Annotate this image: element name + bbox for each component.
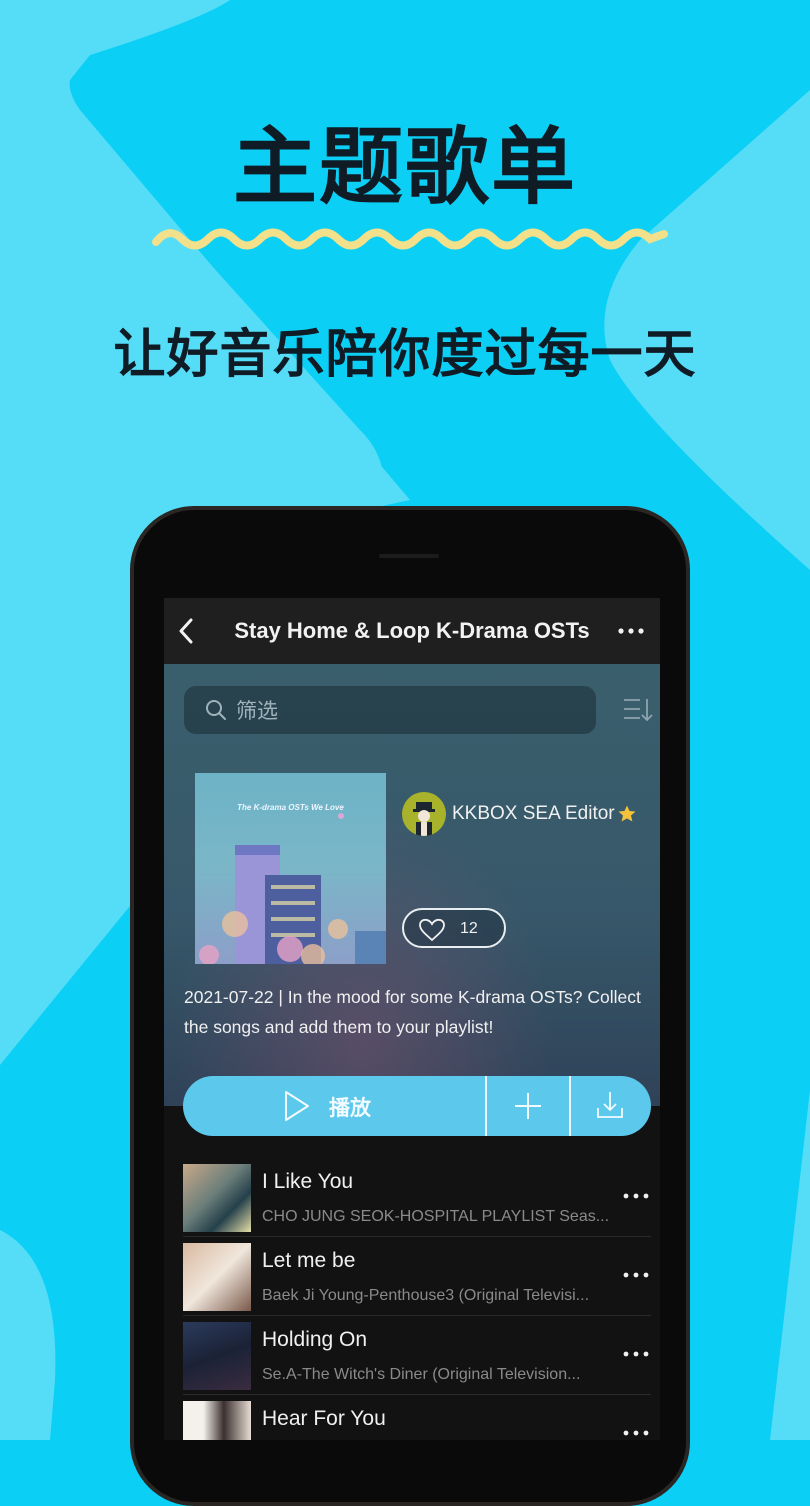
editor-avatar[interactable]: [402, 792, 446, 836]
track-thumbnail: [183, 1164, 251, 1232]
action-bar: 播放: [183, 1076, 651, 1136]
playlist-header: The K-drama OSTs We Love KKBOX SEA Edito…: [164, 664, 660, 1106]
track-thumbnail: [183, 1322, 251, 1390]
app-screen: Stay Home & Loop K-Drama OSTs 筛选 The K-d…: [164, 598, 660, 1440]
promo-subtitle: 让好音乐陪你度过每一天: [113, 325, 697, 385]
filter-input[interactable]: [234, 696, 568, 726]
chevron-left-icon[interactable]: [172, 616, 202, 646]
editor-name[interactable]: KKBOX SEA Editor: [452, 803, 615, 825]
ellipsis-horizontal-icon[interactable]: [616, 620, 646, 642]
star-icon: [618, 805, 636, 822]
phone-speaker: [379, 554, 439, 558]
cover-title: The K-drama OSTs We Love: [237, 803, 344, 812]
track-title: I Like You: [262, 1170, 354, 1193]
track-row[interactable]: Let me be Baek Ji Young-Penthouse3 (Orig…: [183, 1237, 651, 1316]
download-icon: [597, 1092, 623, 1118]
track-subtitle: Baek Ji Young-Penthouse3 (Original Telev…: [262, 1287, 590, 1304]
track-subtitle: Se.A-The Witch's Diner (Original Televis…: [262, 1366, 581, 1383]
editor-info[interactable]: KKBOX SEA Editor: [402, 792, 637, 836]
ellipsis-horizontal-icon[interactable]: [621, 1188, 651, 1204]
ellipsis-horizontal-icon[interactable]: [621, 1425, 651, 1440]
playlist-title: Stay Home & Loop K-Drama OSTs: [234, 618, 590, 643]
filter-search-box[interactable]: [184, 686, 596, 734]
play-label: 播放: [329, 1096, 371, 1120]
add-to-playlist-button[interactable]: [487, 1076, 569, 1136]
track-row[interactable]: Hear For You: [183, 1395, 651, 1440]
like-count: 12: [460, 920, 478, 937]
background-light-bottom-right: [770, 1090, 810, 1440]
like-button[interactable]: 12: [402, 908, 506, 948]
track-title: Holding On: [262, 1328, 368, 1351]
ellipsis-horizontal-icon[interactable]: [621, 1267, 651, 1283]
track-title: Let me be: [262, 1249, 356, 1272]
track-title: Hear For You: [262, 1407, 386, 1430]
play-button[interactable]: 播放: [183, 1076, 485, 1136]
track-thumbnail: [183, 1243, 251, 1311]
promo-title: 主题歌单: [232, 118, 577, 216]
cover-illustration: [199, 813, 386, 964]
search-icon: [206, 700, 226, 720]
plus-icon: [515, 1093, 541, 1119]
ellipsis-horizontal-icon[interactable]: [621, 1346, 651, 1362]
track-row[interactable]: I Like You CHO JUNG SEOK-HOSPITAL PLAYLI…: [183, 1158, 651, 1237]
track-list: I Like You CHO JUNG SEOK-HOSPITAL PLAYLI…: [183, 1158, 651, 1440]
background-light-bottom-left: [0, 1230, 56, 1440]
download-button[interactable]: [571, 1076, 651, 1136]
playlist-description: 2021-07-22 | In the mood for some K-dram…: [184, 987, 641, 1037]
sort-descending-icon[interactable]: [622, 696, 654, 724]
play-outline-icon: [285, 1091, 309, 1121]
heart-outline-icon: [419, 918, 445, 942]
playlist-cover-art: The K-drama OSTs We Love: [195, 773, 386, 964]
avatar-illustration: [413, 802, 435, 836]
track-thumbnail: [183, 1401, 251, 1440]
navigation-bar: Stay Home & Loop K-Drama OSTs: [164, 598, 660, 664]
track-row[interactable]: Holding On Se.A-The Witch's Diner (Origi…: [183, 1316, 651, 1395]
track-subtitle: CHO JUNG SEOK-HOSPITAL PLAYLIST Seas...: [262, 1208, 610, 1225]
wave-decoration: [152, 228, 668, 250]
